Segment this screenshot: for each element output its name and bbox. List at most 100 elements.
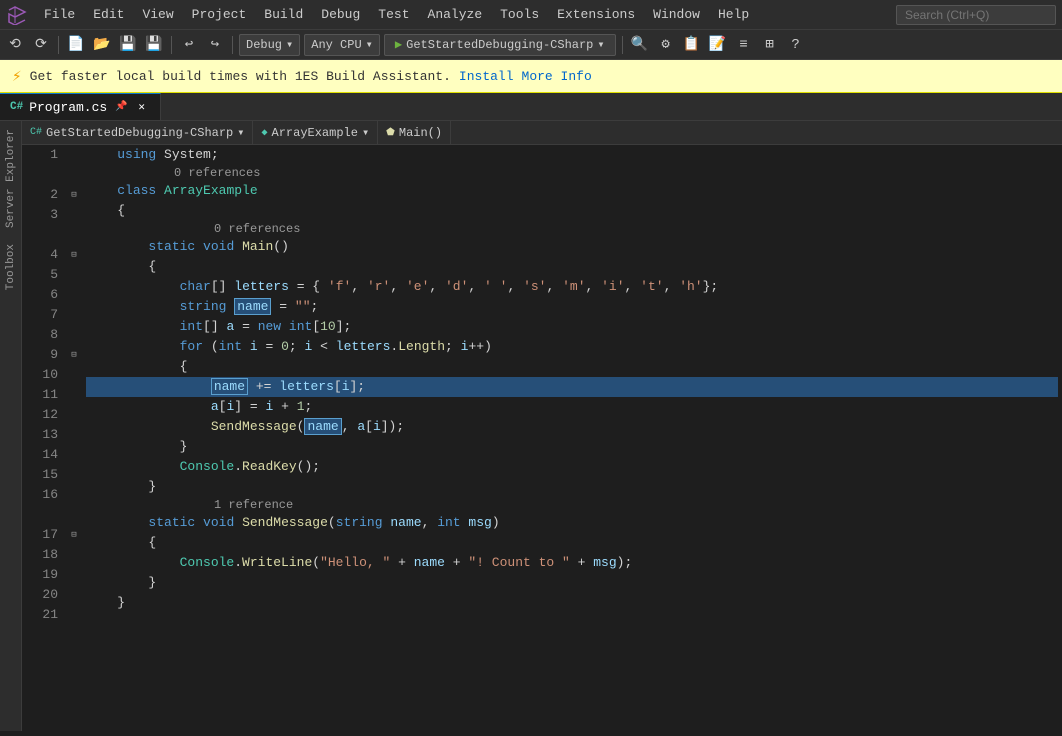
code-content[interactable]: using System; 0 references class ArrayEx… <box>82 145 1062 731</box>
ln-9: 9 <box>30 345 58 365</box>
menu-view[interactable]: View <box>134 5 181 24</box>
code-line-2: class ArrayExample <box>86 181 1058 201</box>
ref-comment-3: 1 reference <box>86 497 1058 513</box>
install-link[interactable]: Install <box>459 69 514 84</box>
menu-edit[interactable]: Edit <box>85 5 132 24</box>
line-numbers: 1 2 3 4 5 6 7 8 9 10 11 12 13 14 15 16 1… <box>22 145 66 731</box>
g4: ⊟ <box>66 245 82 265</box>
code-line-6: char[] letters = { 'f', 'r', 'e', 'd', '… <box>86 277 1058 297</box>
ln-16: 16 <box>30 485 58 505</box>
fwd-btn[interactable]: ⟳ <box>30 34 52 56</box>
code-line-15: Console.ReadKey(); <box>86 457 1058 477</box>
undo-btn[interactable]: ↩ <box>178 34 200 56</box>
g10 <box>66 365 82 385</box>
sep1 <box>58 36 59 54</box>
toolbar-extra2[interactable]: ⚙ <box>655 34 677 56</box>
ln-10: 10 <box>30 365 58 385</box>
toolbar-extra3[interactable]: 📋 <box>681 34 703 56</box>
g15 <box>66 465 82 485</box>
collapse-main[interactable]: ⊟ <box>71 250 76 260</box>
tab-program-cs-active[interactable]: C# Program.cs 📌 ✕ <box>0 93 161 120</box>
menu-analyze[interactable]: Analyze <box>420 5 491 24</box>
g6 <box>66 285 82 305</box>
ln-6: 6 <box>30 285 58 305</box>
menu-bar: File Edit View Project Build Debug Test … <box>0 0 1062 30</box>
toolbar-extra6[interactable]: ⊞ <box>759 34 781 56</box>
menu-help[interactable]: Help <box>710 5 757 24</box>
toolbar-extra5[interactable]: ≡ <box>733 34 755 56</box>
code-line-21: } <box>86 593 1058 613</box>
toolbox-label[interactable]: Toolbox <box>3 236 19 298</box>
toolbar-extra7[interactable]: ? <box>785 34 807 56</box>
g1r <box>66 505 82 525</box>
g0r <box>66 165 82 185</box>
nav-class-dropdown[interactable]: ◆ ArrayExample ▾ <box>253 121 378 144</box>
ln-12: 12 <box>30 405 58 425</box>
nav-method-dropdown[interactable]: ⬟ Main() <box>378 121 451 144</box>
save-all-btn[interactable]: 💾 <box>143 34 165 56</box>
g3 <box>66 205 82 225</box>
g17: ⊟ <box>66 525 82 545</box>
g11 <box>66 385 82 405</box>
menu-file[interactable]: File <box>36 5 83 24</box>
nav-project-dropdown[interactable]: C# GetStartedDebugging-CSharp ▾ <box>22 121 253 144</box>
tab-bar: C# Program.cs 📌 ✕ <box>0 93 1062 121</box>
code-line-18: { <box>86 533 1058 553</box>
search-input[interactable] <box>896 5 1056 25</box>
info-message: Get faster local build times with 1ES Bu… <box>30 69 451 84</box>
ln-5: 5 <box>30 265 58 285</box>
code-area: C# GetStartedDebugging-CSharp ▾ ◆ ArrayE… <box>22 121 1062 731</box>
menu-test[interactable]: Test <box>370 5 417 24</box>
redo-btn[interactable]: ↪ <box>204 34 226 56</box>
collapse-send[interactable]: ⊟ <box>71 530 76 540</box>
menu-extensions[interactable]: Extensions <box>549 5 643 24</box>
side-panels: Server Explorer Toolbox <box>0 121 22 731</box>
ln-8: 8 <box>30 325 58 345</box>
ln-1: 1 <box>30 145 58 165</box>
menu-tools[interactable]: Tools <box>492 5 547 24</box>
more-info-link[interactable]: More Info <box>522 69 592 84</box>
nav-bar: C# GetStartedDebugging-CSharp ▾ ◆ ArrayE… <box>22 121 1062 145</box>
toolbar-extra4[interactable]: 📝 <box>707 34 729 56</box>
sep3 <box>232 36 233 54</box>
app-logo <box>6 4 28 26</box>
info-icon: ⚡ <box>12 66 22 86</box>
back-btn[interactable]: ⟲ <box>4 34 26 56</box>
menu-window[interactable]: Window <box>645 5 708 24</box>
collapse-class[interactable]: ⊟ <box>71 190 76 200</box>
debug-config-dropdown[interactable]: Debug ▾ <box>239 34 300 56</box>
g7 <box>66 305 82 325</box>
collapse-for[interactable]: ⊟ <box>71 350 76 360</box>
sep2 <box>171 36 172 54</box>
server-explorer-label[interactable]: Server Explorer <box>3 121 19 236</box>
g20 <box>66 585 82 605</box>
ln-blank-0ref <box>30 165 58 185</box>
menu-debug[interactable]: Debug <box>313 5 368 24</box>
ref-comment-1: 0 references <box>86 165 1058 181</box>
platform-dropdown[interactable]: Any CPU ▾ <box>304 34 380 56</box>
new-btn[interactable]: 📄 <box>65 34 87 56</box>
code-line-5: { <box>86 257 1058 277</box>
run-button[interactable]: ▶ GetStartedDebugging-CSharp ▾ <box>384 34 616 56</box>
toolbar-extra1[interactable]: 🔍 <box>629 34 651 56</box>
tab-label-active: Program.cs <box>29 100 107 115</box>
g2: ⊟ <box>66 185 82 205</box>
code-line-13: SendMessage(name, a[i]); <box>86 417 1058 437</box>
ln-4: 4 <box>30 245 58 265</box>
ln-21: 21 <box>30 605 58 625</box>
save-btn[interactable]: 💾 <box>117 34 139 56</box>
g14 <box>66 445 82 465</box>
ln-18: 18 <box>30 545 58 565</box>
code-line-20: } <box>86 573 1058 593</box>
tab-close-active[interactable]: ✕ <box>134 99 150 115</box>
menu-build[interactable]: Build <box>256 5 311 24</box>
g21 <box>66 605 82 625</box>
open-btn[interactable]: 📂 <box>91 34 113 56</box>
g13 <box>66 425 82 445</box>
info-bar: ⚡ Get faster local build times with 1ES … <box>0 60 1062 93</box>
menu-project[interactable]: Project <box>184 5 255 24</box>
code-line-19: Console.WriteLine("Hello, " + name + "! … <box>86 553 1058 573</box>
ln-17: 17 <box>30 525 58 545</box>
code-line-4: static void Main() <box>86 237 1058 257</box>
ln-2: 2 <box>30 185 58 205</box>
